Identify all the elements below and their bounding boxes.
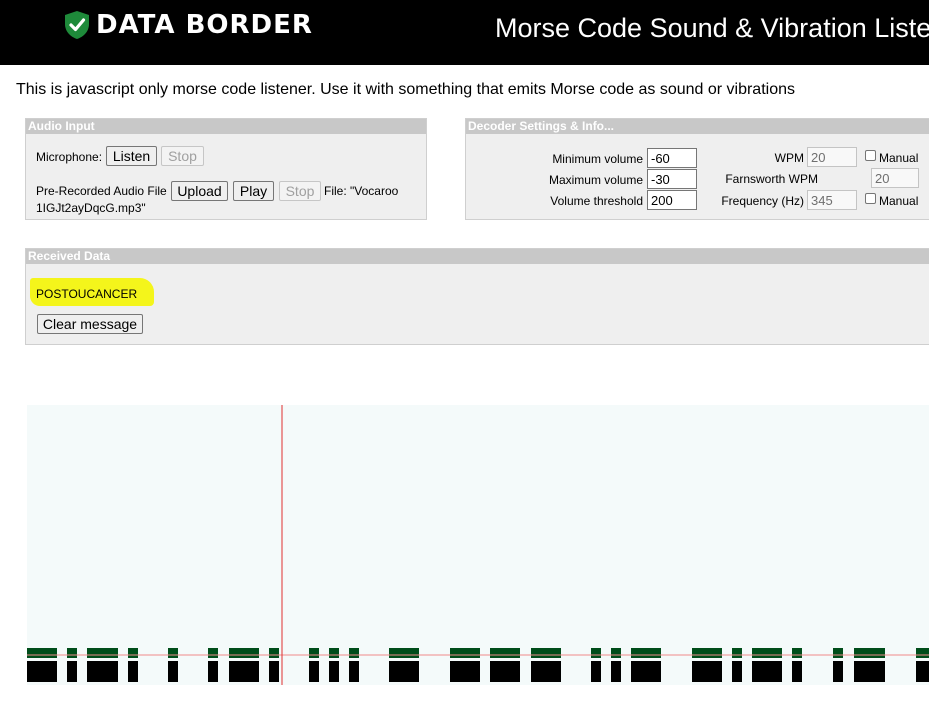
top-bar: DATA BORDER Morse Code Sound & Vibration… bbox=[0, 0, 929, 65]
volume-bar bbox=[792, 648, 802, 658]
playback-stop-button[interactable]: Stop bbox=[279, 181, 321, 201]
morse-bar bbox=[631, 661, 661, 682]
frequency-input[interactable] bbox=[807, 190, 857, 210]
signal-scope bbox=[27, 405, 929, 685]
file-name-line2: 1IGJt2ayDqcG.mp3" bbox=[36, 201, 146, 215]
morse-bar bbox=[611, 661, 621, 682]
shield-check-icon bbox=[65, 11, 89, 39]
volume-bar bbox=[450, 648, 480, 658]
decoder-settings-panel: Decoder Settings & Info... Minimum volum… bbox=[465, 118, 929, 220]
volume-bar bbox=[309, 648, 319, 658]
morse-bar bbox=[389, 661, 419, 682]
volume-bar bbox=[692, 648, 722, 658]
signal-graph bbox=[27, 405, 929, 685]
volume-bar bbox=[349, 648, 359, 658]
microphone-label: Microphone: bbox=[36, 150, 103, 164]
volume-bar bbox=[87, 648, 118, 658]
morse-bar bbox=[67, 661, 77, 682]
min-volume-input[interactable] bbox=[647, 148, 697, 168]
volume-bar bbox=[389, 648, 419, 658]
received-message: POSTOUCANCER bbox=[36, 287, 138, 301]
min-volume-label: Minimum volume bbox=[552, 152, 643, 166]
max-volume-input[interactable] bbox=[647, 169, 697, 189]
volume-bar bbox=[27, 648, 57, 658]
file-name-line1: File: "Vocaroo bbox=[324, 184, 399, 198]
volume-bar bbox=[833, 648, 843, 658]
wpm-input[interactable] bbox=[807, 147, 857, 167]
threshold-label: Volume threshold bbox=[550, 194, 643, 208]
play-button[interactable]: Play bbox=[233, 181, 274, 201]
morse-bar bbox=[450, 661, 480, 682]
volume-bar bbox=[916, 648, 929, 658]
volume-bar bbox=[631, 648, 661, 658]
volume-bar bbox=[591, 648, 601, 658]
panel-title: Audio Input bbox=[26, 119, 426, 134]
logo[interactable]: DATA BORDER bbox=[64, 10, 313, 40]
volume-bar bbox=[67, 648, 77, 658]
morse-bar bbox=[128, 661, 138, 682]
prerecorded-label: Pre-Recorded Audio File bbox=[36, 184, 167, 198]
volume-bar bbox=[854, 648, 885, 658]
morse-bar bbox=[833, 661, 843, 682]
morse-bar bbox=[87, 661, 118, 682]
morse-bar bbox=[591, 661, 601, 682]
morse-bar bbox=[329, 661, 339, 682]
volume-bar bbox=[490, 648, 520, 658]
morse-bar bbox=[309, 661, 319, 682]
max-volume-label: Maximum volume bbox=[548, 173, 643, 187]
received-data-panel: Received Data POSTOUCANCER Clear message bbox=[25, 248, 929, 345]
volume-bars bbox=[27, 648, 929, 658]
morse-bar bbox=[269, 661, 279, 682]
volume-bar bbox=[752, 648, 782, 658]
volume-bar bbox=[269, 648, 279, 658]
morse-bar bbox=[27, 661, 57, 682]
morse-bar bbox=[752, 661, 782, 682]
panel-title: Decoder Settings & Info... bbox=[466, 119, 929, 134]
intro-text: This is javascript only morse code liste… bbox=[16, 81, 795, 98]
audio-input-panel: Audio Input Microphone: Listen Stop Pre-… bbox=[25, 118, 427, 220]
volume-bar bbox=[611, 648, 621, 658]
frequency-manual-checkbox[interactable] bbox=[865, 193, 876, 204]
frequency-manual-label: Manual bbox=[879, 194, 919, 208]
volume-bar bbox=[329, 648, 339, 658]
wpm-manual-checkbox[interactable] bbox=[865, 150, 876, 161]
volume-bar bbox=[208, 648, 218, 658]
panel-title: Received Data bbox=[26, 249, 929, 264]
morse-bar bbox=[208, 661, 218, 682]
volume-bar bbox=[732, 648, 742, 658]
clear-message-button[interactable]: Clear message bbox=[37, 314, 143, 334]
threshold-input[interactable] bbox=[647, 190, 697, 210]
volume-bar bbox=[128, 648, 138, 658]
farnsworth-label: Farnsworth WPM bbox=[725, 172, 818, 186]
logo-text: DATA BORDER bbox=[96, 10, 313, 40]
mic-stop-button[interactable]: Stop bbox=[161, 146, 204, 166]
frequency-label: Frequency (Hz) bbox=[721, 194, 804, 208]
morse-bar bbox=[792, 661, 802, 682]
farnsworth-input[interactable] bbox=[871, 168, 919, 188]
page-title: Morse Code Sound & Vibration Listener bbox=[495, 13, 929, 43]
listen-button[interactable]: Listen bbox=[106, 146, 157, 166]
wpm-manual-label: Manual bbox=[879, 151, 919, 165]
volume-bar bbox=[229, 648, 259, 658]
morse-bar bbox=[692, 661, 722, 682]
morse-bar bbox=[732, 661, 742, 682]
volume-bar bbox=[531, 648, 561, 658]
upload-button[interactable]: Upload bbox=[171, 181, 228, 201]
morse-bar bbox=[229, 661, 259, 682]
morse-bar bbox=[349, 661, 359, 682]
morse-bars bbox=[27, 661, 929, 682]
morse-bar bbox=[531, 661, 561, 682]
volume-bar bbox=[168, 648, 178, 658]
morse-bar bbox=[490, 661, 520, 682]
wpm-label: WPM bbox=[774, 151, 804, 165]
morse-bar bbox=[916, 661, 929, 682]
morse-bar bbox=[168, 661, 178, 682]
morse-bar bbox=[854, 661, 885, 682]
